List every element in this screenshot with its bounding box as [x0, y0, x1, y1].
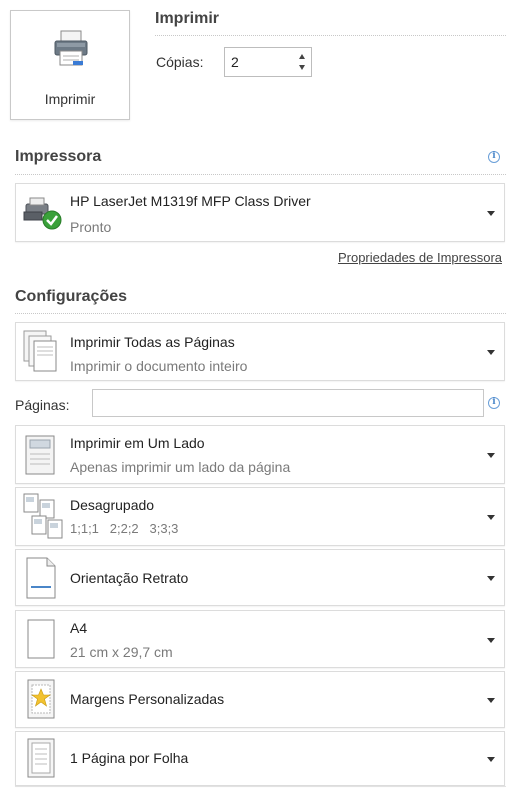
chevron-down-icon: [487, 515, 495, 520]
chevron-down-icon: [487, 698, 495, 703]
one-side-icon: [25, 435, 55, 475]
settings-divider: [15, 313, 506, 314]
margins-dropdown[interactable]: Margens Personalizadas: [15, 671, 505, 728]
pages-info-icon[interactable]: [488, 397, 500, 409]
copies-stepper[interactable]: 2: [224, 47, 312, 77]
orientation-dropdown[interactable]: Orientação Retrato: [15, 549, 505, 606]
item-main-label: 1 Página por Folha: [70, 750, 189, 766]
chevron-down-icon: [487, 350, 495, 355]
printer-ready-icon: [23, 197, 62, 230]
printer-dropdown[interactable]: HP LaserJet M1319f MFP Class Driver Pron…: [15, 183, 505, 242]
portrait-icon: [26, 557, 56, 599]
item-main-label: Imprimir em Um Lado: [70, 435, 205, 451]
paper-size-icon: [27, 619, 55, 659]
print-title: Imprimir: [155, 10, 220, 27]
chevron-down-icon: [487, 576, 495, 581]
chevron-down-icon: [487, 453, 495, 458]
item-sub-label: Apenas imprimir um lado da página: [70, 459, 291, 475]
item-main-label: Margens Personalizadas: [70, 691, 225, 707]
settings-section-title: Configurações: [15, 288, 128, 305]
stepper-arrows-icon[interactable]: [297, 51, 307, 73]
chevron-down-icon: [487, 757, 495, 762]
pages-input[interactable]: [92, 389, 484, 417]
pages-per-sheet-dropdown[interactable]: 1 Página por Folha: [15, 731, 505, 786]
item-main-label: A4: [70, 620, 88, 636]
printer-name: HP LaserJet M1319f MFP Class Driver: [70, 193, 311, 209]
item-sub-label: 21 cm x 29,7 cm: [70, 644, 173, 660]
pages-label: Páginas:: [15, 397, 70, 413]
pages-per-sheet-icon: [27, 738, 55, 778]
sides-dropdown[interactable]: Imprimir em Um Lado Apenas imprimir um l…: [15, 425, 505, 484]
collation-dropdown[interactable]: Desagrupado 1;1;1 2;2;2 3;3;3: [15, 487, 505, 546]
printer-divider: [15, 174, 506, 175]
print-button-label: Imprimir: [44, 91, 96, 107]
item-main-label: Imprimir Todas as Páginas: [70, 334, 235, 350]
printer-info-icon[interactable]: [488, 151, 500, 163]
item-sub-label: Imprimir o documento inteiro: [70, 358, 248, 374]
all-pages-icon: [23, 330, 57, 372]
margins-icon: [27, 679, 55, 719]
bottom-divider: [15, 786, 506, 787]
printer-icon: [54, 30, 88, 66]
chevron-down-icon: [487, 211, 495, 216]
item-main-label: Orientação Retrato: [70, 570, 189, 586]
print-range-dropdown[interactable]: Imprimir Todas as Páginas Imprimir o doc…: [15, 322, 505, 381]
printer-properties-link[interactable]: Propriedades de Impressora: [338, 250, 502, 265]
copies-value: 2: [231, 54, 239, 70]
uncollated-icon: [23, 493, 63, 539]
copies-label: Cópias:: [156, 54, 204, 70]
item-sub-label: 1;1;1 2;2;2 3;3;3: [70, 521, 179, 536]
print-button[interactable]: Imprimir: [10, 10, 130, 120]
title-divider: [155, 35, 506, 36]
chevron-down-icon: [487, 638, 495, 643]
paper-size-dropdown[interactable]: A4 21 cm x 29,7 cm: [15, 610, 505, 668]
printer-status: Pronto: [70, 219, 112, 235]
printer-section-title: Impressora: [15, 148, 102, 165]
item-main-label: Desagrupado: [70, 497, 155, 513]
